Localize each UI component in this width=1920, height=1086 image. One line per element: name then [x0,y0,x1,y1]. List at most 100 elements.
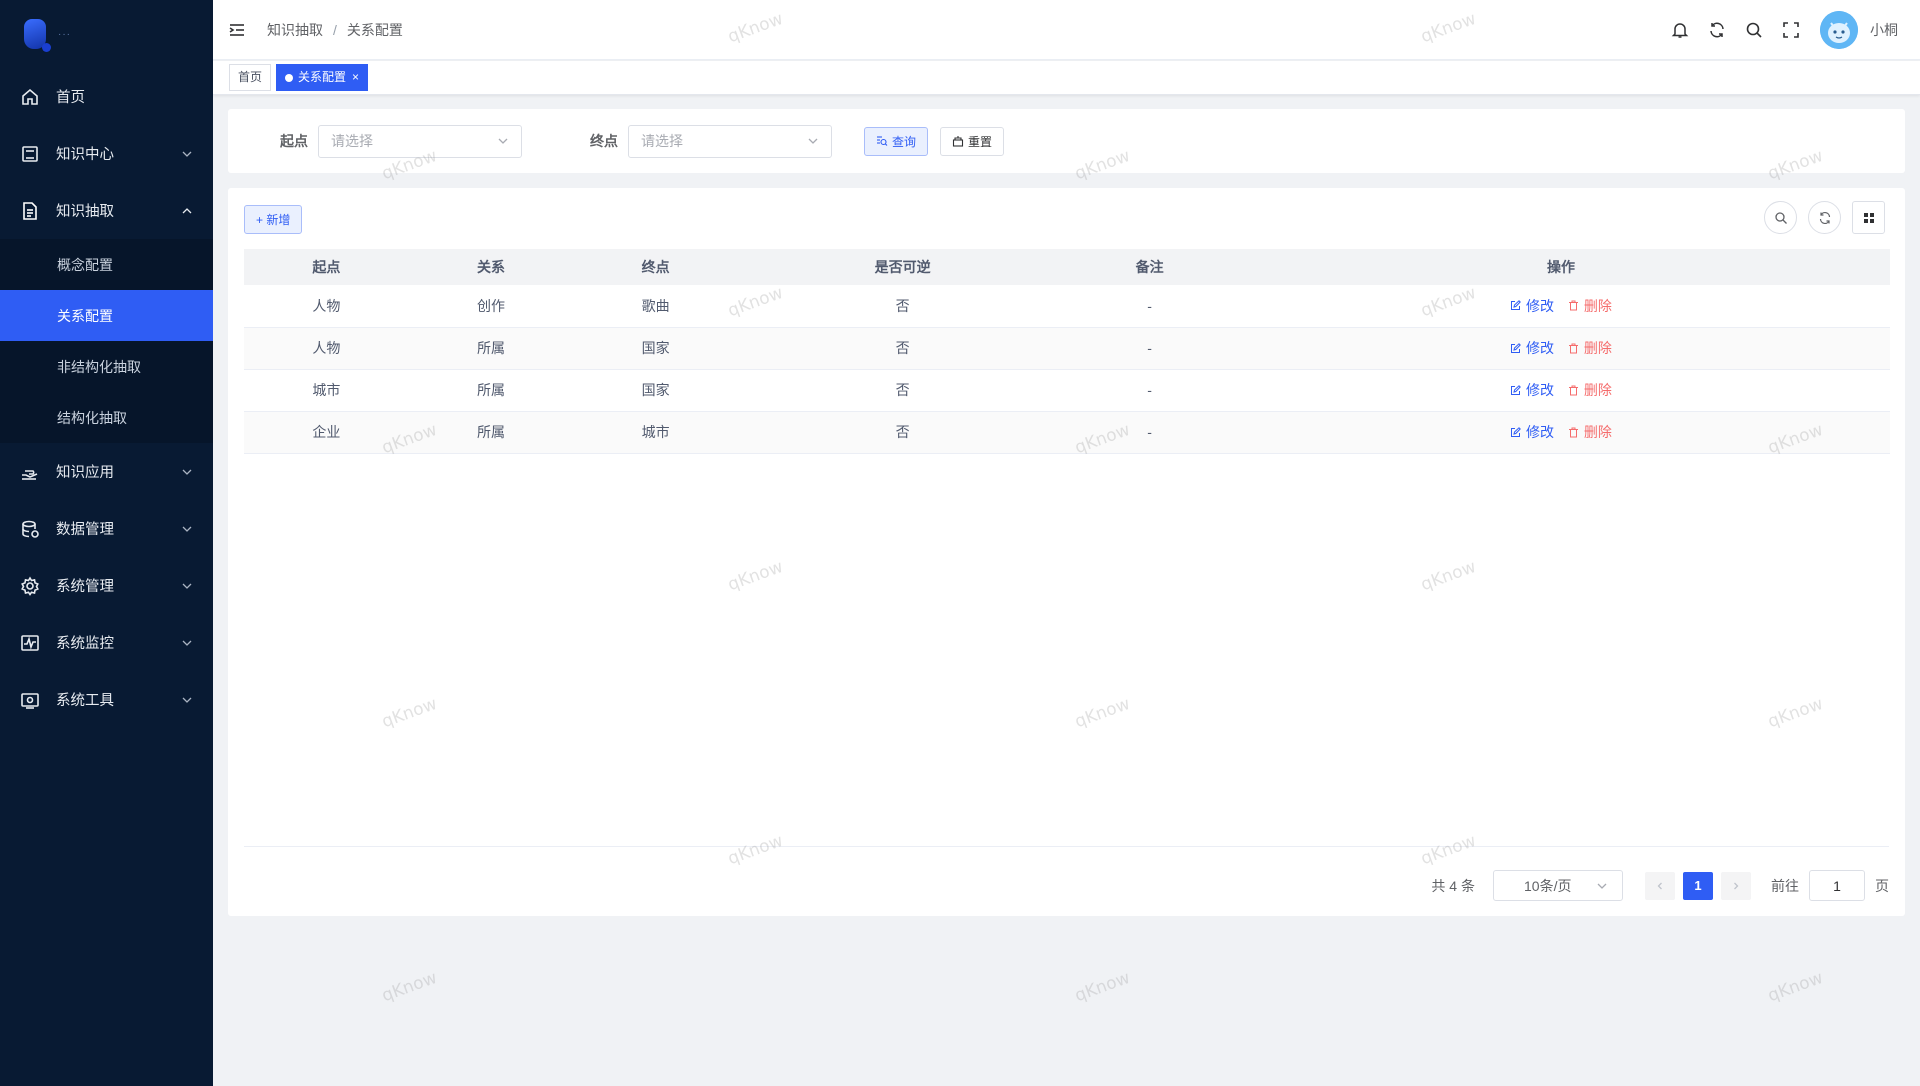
cell-actions: 修改 删除 [1231,285,1890,328]
start-select[interactable]: 请选择 [318,124,522,158]
delete-label: 删除 [1583,424,1612,440]
table-tools [1753,201,1885,234]
grid-icon [1863,212,1874,223]
table-card: + 新增 起点 关系 终点 是否可逆 备注 操作 人物 创作 歌曲 否 - 修改… [228,188,1905,916]
sidebar-item-system-management[interactable]: 系统管理 [0,557,213,614]
sidebar-item-knowledge-center[interactable]: 知识中心 [0,125,213,182]
relation-table: 起点 关系 终点 是否可逆 备注 操作 人物 创作 歌曲 否 - 修改 删除 人… [244,249,1890,454]
logo-text: ··· [58,28,71,40]
chevron-down-icon [182,697,192,703]
submenu-item-concept-config[interactable]: 概念配置 [0,239,213,290]
edit-button[interactable]: 修改 [1510,422,1554,442]
watermark: qKnow [1072,967,1133,1007]
query-button[interactable]: 查询 [864,126,929,156]
sidebar-item-system-tools[interactable]: 系统工具 [0,671,213,728]
cell-reversible: 否 [737,411,1068,454]
delete-label: 删除 [1583,340,1612,356]
collapse-menu-icon[interactable] [227,20,247,40]
page-size-select[interactable]: 10条/页 [1493,870,1623,901]
add-button[interactable]: + 新增 [244,205,303,234]
pagination-total: 共 4 条 [1431,877,1475,894]
chevron-down-icon [498,138,508,144]
sidebar-item-data-management[interactable]: 数据管理 [0,500,213,557]
book-icon [20,144,40,164]
submenu-knowledge-extraction: 概念配置 关系配置 非结构化抽取 结构化抽取 [0,239,213,443]
reset-button[interactable]: 重置 [940,126,1005,156]
cell-remark: - [1067,285,1232,328]
start-select-placeholder: 请选择 [331,133,373,149]
watermark: qKnow [379,967,440,1007]
cell-start: 城市 [244,369,409,412]
cell-end: 国家 [573,327,738,370]
chevron-down-icon [182,583,192,589]
table-row: 企业 所属 城市 否 - 修改 删除 [244,411,1890,454]
delete-label: 删除 [1583,382,1612,398]
breadcrumb-item[interactable]: 知识抽取 [267,20,323,40]
page-size-value: 10条/页 [1524,877,1572,894]
breadcrumb-separator: / [333,21,337,38]
delete-button[interactable]: 删除 [1568,296,1612,316]
submenu-item-relation-config[interactable]: 关系配置 [0,290,213,341]
tag-relation-config[interactable]: 关系配置 × [276,64,369,91]
sidebar-item-home[interactable]: 首页 [0,68,213,125]
sidebar-item-system-monitor[interactable]: 系统监控 [0,614,213,671]
cell-remark: - [1067,327,1232,370]
breadcrumb: 知识抽取 / 关系配置 [267,20,403,40]
top-header: 知识抽取 / 关系配置 小桐 [213,0,1920,60]
toolbox-icon [20,690,40,710]
edit-label: 修改 [1526,340,1555,356]
column-settings-button[interactable] [1852,201,1885,234]
delete-label: 删除 [1583,297,1612,314]
reset-button-label: 重置 [968,134,993,149]
delete-button[interactable]: 删除 [1568,380,1612,400]
table-row: 人物 创作 歌曲 否 - 修改 删除 [244,285,1890,328]
cell-relation: 所属 [408,411,574,454]
table-row: 人物 所属 国家 否 - 修改 删除 [244,327,1890,370]
avatar[interactable] [1820,10,1858,49]
table-header-row: 起点 关系 终点 是否可逆 备注 操作 [244,249,1890,285]
toggle-search-button[interactable] [1764,201,1797,234]
refresh-table-button[interactable] [1808,201,1841,234]
home-icon [20,87,40,107]
cell-actions: 修改 删除 [1231,411,1890,454]
logo[interactable]: ··· [0,0,213,68]
next-page-button[interactable] [1721,871,1751,900]
page-number[interactable]: 1 [1683,871,1713,900]
chevron-down-icon [808,138,818,144]
goto-page-input[interactable]: 1 [1809,870,1865,901]
start-label: 起点 [280,133,308,149]
sidebar-item-knowledge-application[interactable]: 知识应用 [0,443,213,500]
document-icon [20,201,40,221]
sidebar-item-label: 系统管理 [56,579,114,595]
edit-button[interactable]: 修改 [1510,338,1554,358]
delete-button[interactable]: 删除 [1568,338,1612,358]
prev-page-button[interactable] [1645,871,1675,900]
edit-button[interactable]: 修改 [1510,380,1554,400]
refresh-icon[interactable] [1706,19,1728,41]
search-icon [1774,211,1787,224]
chevron-left-icon [1657,882,1662,889]
bell-icon[interactable] [1669,19,1691,41]
trash-icon [1568,343,1578,353]
submenu-item-structured-extraction[interactable]: 结构化抽取 [0,392,213,443]
sidebar-item-label: 系统监控 [56,636,114,652]
table-row: 城市 所属 国家 否 - 修改 删除 [244,369,1890,412]
submenu-item-unstructured-extraction[interactable]: 非结构化抽取 [0,341,213,392]
username[interactable]: 小桐 [1870,20,1898,40]
chevron-down-icon [182,640,192,646]
end-select[interactable]: 请选择 [628,124,832,158]
chevron-up-icon [182,207,192,213]
close-icon[interactable]: × [352,65,359,90]
sidebar-item-label: 数据管理 [56,522,114,538]
tag-home[interactable]: 首页 [229,64,272,91]
search-icon[interactable] [1743,19,1765,41]
cell-remark: - [1067,411,1232,454]
cell-reversible: 否 [737,327,1068,370]
fullscreen-icon[interactable] [1780,19,1802,41]
sidebar-item-knowledge-extraction[interactable]: 知识抽取 [0,182,213,239]
column-header: 终点 [573,249,738,285]
delete-button[interactable]: 删除 [1568,422,1612,442]
chevron-down-icon [182,151,192,157]
tags-view: 首页 关系配置 × [213,61,1920,95]
edit-button[interactable]: 修改 [1510,296,1554,316]
